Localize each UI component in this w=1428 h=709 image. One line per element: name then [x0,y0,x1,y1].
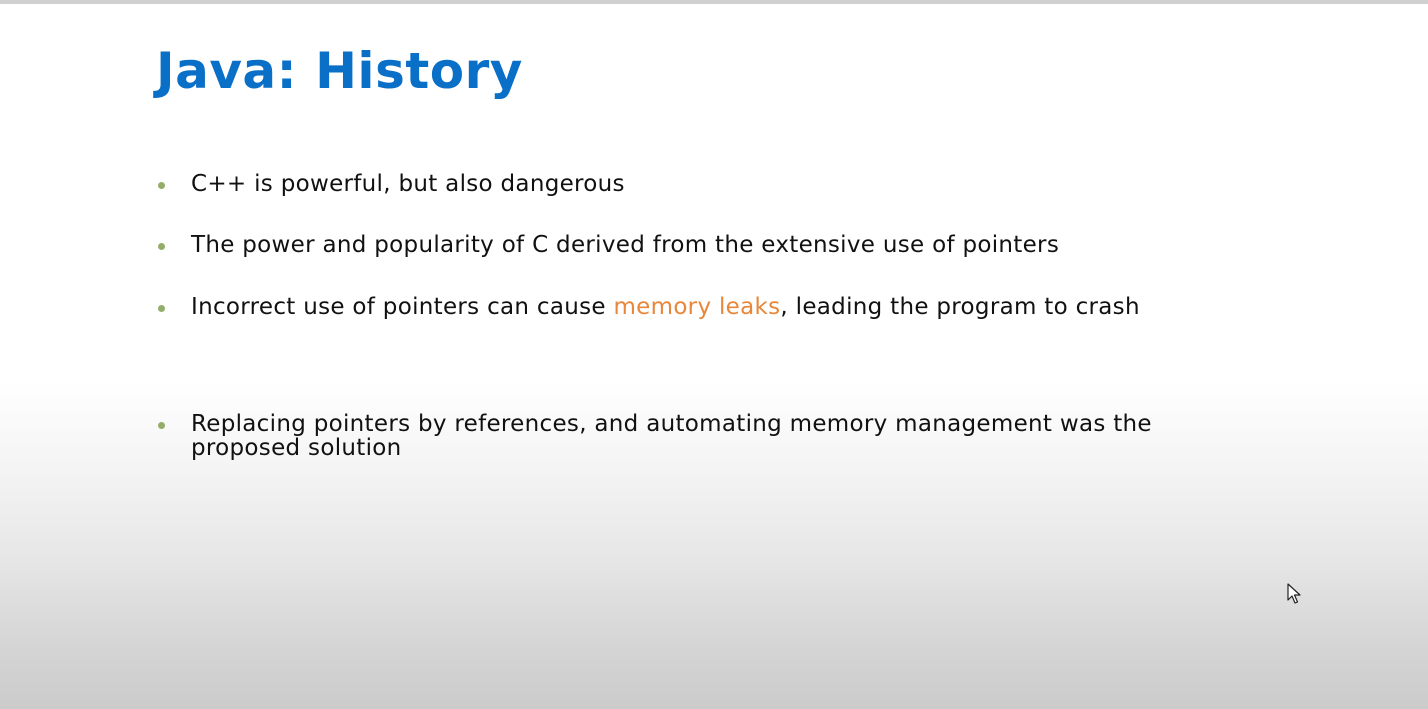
bullet-item: C++ is powerful, but also dangerous [158,172,1218,196]
highlighted-term: memory leaks [613,294,781,320]
slide: Java: History C++ is powerful, but also … [0,0,1428,709]
bullet-item: Incorrect use of pointers can cause memo… [158,295,1218,319]
bullet-marker [158,182,165,189]
slide-title: Java: History [156,42,523,100]
bullet-text: The power and popularity of C derived fr… [191,232,1060,258]
mouse-pointer-icon [1287,583,1301,604]
bullet-text: C++ is powerful, but also dangerous [191,171,625,197]
bullet-marker [158,422,165,429]
bullet-text: Replacing pointers by references, and au… [191,411,1152,461]
bullet-text-part: , leading the program to crash [780,294,1140,320]
bullet-marker [158,243,165,250]
top-border [0,0,1428,4]
bullet-marker [158,305,165,312]
bullet-text: Incorrect use of pointers can cause memo… [191,295,1140,319]
bullet-text-part: Incorrect use of pointers can cause [191,294,614,320]
bullet-item: Replacing pointers by references, and au… [158,412,1218,460]
bullet-item: The power and popularity of C derived fr… [158,233,1218,257]
